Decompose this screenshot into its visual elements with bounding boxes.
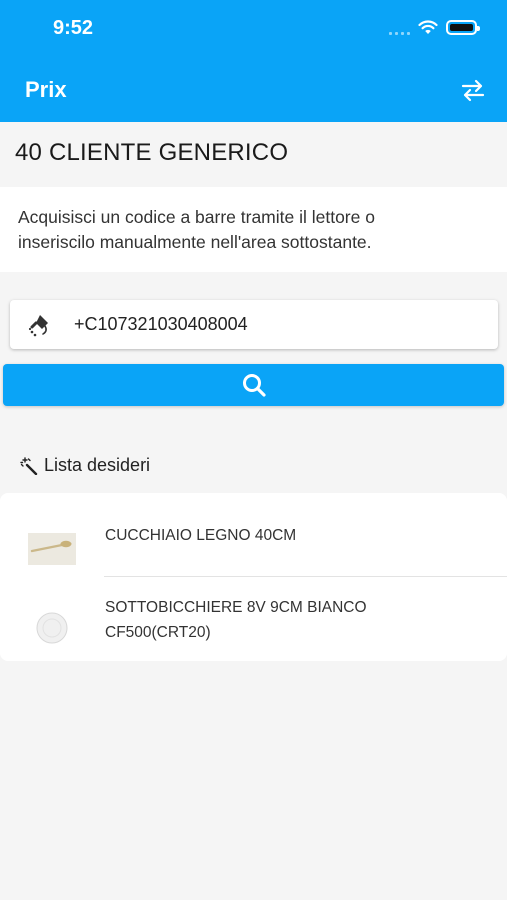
list-item[interactable]: SOTTOBICCHIERE 8V 9CM BIANCO CF500(CRT20… bbox=[0, 577, 507, 661]
item-name-line-1: SOTTOBICCHIERE 8V 9CM BIANCO bbox=[105, 599, 367, 616]
search-button[interactable] bbox=[3, 364, 504, 406]
status-icons bbox=[389, 20, 480, 35]
app-title: Prix bbox=[25, 77, 67, 102]
customer-title: 40 CLIENTE GENERICO bbox=[15, 139, 289, 166]
magic-wand-icon bbox=[20, 456, 38, 475]
signal-icon bbox=[389, 21, 410, 35]
barcode-input[interactable] bbox=[74, 314, 454, 335]
list-item[interactable]: CUCCHIAIO LEGNO 40CM bbox=[0, 493, 507, 576]
wifi-icon bbox=[418, 20, 438, 34]
status-time: 9:52 bbox=[53, 17, 94, 39]
barcode-scanner-icon[interactable] bbox=[26, 311, 54, 339]
item-name-text: CUCCHIAIO LEGNO 40CM bbox=[105, 527, 297, 544]
white-coaster-image bbox=[36, 612, 68, 644]
wooden-spoon-image bbox=[28, 533, 76, 565]
wishlist-header: Lista desideri bbox=[20, 455, 150, 476]
item-name: CUCCHIAIO LEGNO 40CM bbox=[105, 523, 485, 548]
app-header: 9:52 Prix bbox=[0, 0, 507, 122]
instructions-box: Acquisisci un codice a barre tramite il … bbox=[0, 187, 507, 272]
item-name: SOTTOBICCHIERE 8V 9CM BIANCO CF500(CRT20… bbox=[105, 595, 485, 645]
barcode-field[interactable] bbox=[10, 300, 498, 349]
wishlist-title: Lista desideri bbox=[44, 455, 151, 475]
instructions-line-1: Acquisisci un codice a barre tramite il … bbox=[18, 207, 375, 227]
swap-arrows-icon[interactable] bbox=[459, 76, 487, 104]
search-icon bbox=[242, 374, 266, 397]
item-name-line-2: CF500(CRT20) bbox=[105, 624, 211, 641]
battery-icon bbox=[446, 20, 480, 35]
instructions-line-2: inseriscilo manualmente nell'area sottos… bbox=[18, 232, 372, 252]
